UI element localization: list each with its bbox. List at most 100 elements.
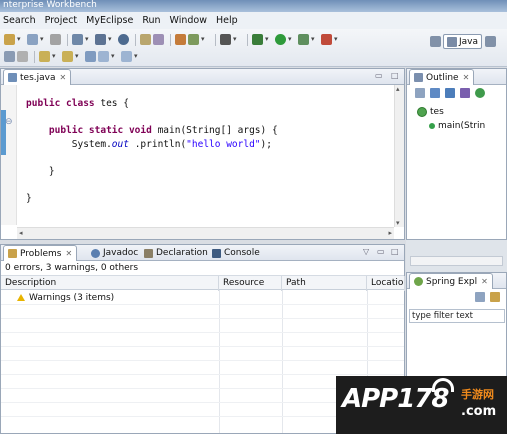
scroll-right-icon[interactable]: ▸ xyxy=(388,229,392,237)
link-editor-icon[interactable] xyxy=(490,292,500,302)
menu-bar: Search Project MyEclipse Run Window Help xyxy=(0,12,507,29)
filter-input[interactable]: type filter text xyxy=(409,309,505,323)
table-row xyxy=(1,305,404,319)
chevron-down-icon[interactable]: ▾ xyxy=(85,34,90,45)
code-line-4: System.out .println("hello world"); xyxy=(26,138,272,150)
editor-vertical-scrollbar[interactable]: ▴ ▾ xyxy=(394,85,404,227)
code-editor[interactable]: public class tes { public static void ma… xyxy=(26,97,278,205)
watermark-logo: APP178 xyxy=(342,384,450,414)
column-path[interactable]: Path xyxy=(282,276,367,291)
chevron-down-icon[interactable]: ▾ xyxy=(40,34,45,45)
column-location[interactable]: Locatio xyxy=(367,276,405,291)
maximize-icon[interactable]: □ xyxy=(391,247,399,256)
table-row xyxy=(1,319,404,333)
class-icon xyxy=(417,107,427,117)
outline-tabbar: Outline ✕ xyxy=(407,69,506,85)
chevron-down-icon[interactable]: ▾ xyxy=(134,51,139,62)
chevron-down-icon[interactable]: ▾ xyxy=(108,34,113,45)
terminal-icon[interactable] xyxy=(220,34,231,45)
problems-table-header: Description Resource Path Locatio xyxy=(1,275,405,291)
menu-search[interactable]: Search xyxy=(3,15,36,26)
hide-fields-icon[interactable] xyxy=(445,88,455,98)
problems-icon xyxy=(8,249,17,258)
tab-problems[interactable]: Problems ✕ xyxy=(3,245,78,261)
class-wizard-icon[interactable] xyxy=(188,34,199,45)
menu-help[interactable]: Help xyxy=(216,15,238,26)
external-tools-icon[interactable] xyxy=(321,34,332,45)
minimize-icon[interactable]: ▭ xyxy=(377,247,385,256)
editor-tabbar: tes.java ✕ ▭ □ xyxy=(1,69,404,85)
sort-icon[interactable] xyxy=(430,88,440,98)
collapse-all-icon[interactable] xyxy=(475,292,485,302)
show-whitespace-icon[interactable] xyxy=(17,51,28,62)
forward-icon[interactable] xyxy=(121,51,132,62)
hide-nonpublic-icon[interactable] xyxy=(475,88,485,98)
deploy-icon[interactable] xyxy=(72,34,83,45)
save-icon[interactable] xyxy=(27,34,38,45)
debug-icon[interactable] xyxy=(252,34,263,45)
close-icon[interactable]: ✕ xyxy=(463,73,470,82)
chevron-down-icon[interactable]: ▾ xyxy=(288,34,293,45)
open-type-icon[interactable] xyxy=(140,34,151,45)
column-description[interactable]: Description xyxy=(1,276,219,291)
hide-static-icon[interactable] xyxy=(460,88,470,98)
open-perspective-icon[interactable] xyxy=(430,36,441,47)
open-resource-icon[interactable] xyxy=(153,34,164,45)
toggle-mark-icon[interactable] xyxy=(4,51,15,62)
chevron-down-icon[interactable]: ▾ xyxy=(201,34,206,45)
menu-run[interactable]: Run xyxy=(142,15,160,26)
tab-console[interactable]: Console xyxy=(208,245,264,261)
watermark-suffix: .com xyxy=(461,404,497,419)
perspective-menu-icon[interactable] xyxy=(485,36,497,47)
menu-myeclipse[interactable]: MyEclipse xyxy=(86,15,133,26)
outline-class-node[interactable]: tes xyxy=(417,105,485,119)
last-edit-icon[interactable] xyxy=(85,51,96,62)
previous-annotation-icon[interactable] xyxy=(62,51,73,62)
tab-javadoc[interactable]: Javadoc xyxy=(87,245,142,261)
chevron-down-icon[interactable]: ▾ xyxy=(75,51,80,62)
outline-horizontal-scrollbar[interactable] xyxy=(410,256,503,266)
view-menu-icon[interactable]: ▽ xyxy=(363,247,369,256)
fold-icon[interactable]: ⊖ xyxy=(5,117,13,127)
menu-window[interactable]: Window xyxy=(170,15,207,26)
print-icon[interactable] xyxy=(50,34,61,45)
tab-declaration[interactable]: Declaration xyxy=(140,245,212,261)
chevron-down-icon[interactable]: ▾ xyxy=(111,51,116,62)
tab-tes-java[interactable]: tes.java ✕ xyxy=(3,69,72,85)
run-icon[interactable] xyxy=(275,34,286,45)
tab-spring-explorer[interactable]: Spring Expl ✕ xyxy=(409,273,493,289)
package-icon[interactable] xyxy=(175,34,186,45)
menu-project[interactable]: Project xyxy=(45,15,78,26)
scroll-left-icon[interactable]: ◂ xyxy=(19,229,23,237)
back-icon[interactable] xyxy=(98,51,109,62)
close-icon[interactable]: ✕ xyxy=(65,249,72,258)
scroll-down-icon[interactable]: ▾ xyxy=(396,219,400,227)
chevron-down-icon[interactable]: ▾ xyxy=(17,34,22,45)
collapse-all-icon[interactable] xyxy=(415,88,425,98)
chevron-down-icon[interactable]: ▾ xyxy=(52,51,57,62)
minimize-icon[interactable]: ▭ xyxy=(375,71,383,80)
scroll-up-icon[interactable]: ▴ xyxy=(396,85,400,93)
close-icon[interactable]: ✕ xyxy=(481,277,488,286)
new-wizard-icon[interactable] xyxy=(4,34,15,45)
java-perspective-button[interactable]: Java xyxy=(443,34,483,49)
server-icon[interactable] xyxy=(95,34,106,45)
tab-outline[interactable]: Outline ✕ xyxy=(409,69,475,85)
chevron-down-icon[interactable]: ▾ xyxy=(334,34,339,45)
chevron-down-icon[interactable]: ▾ xyxy=(233,34,238,45)
table-row[interactable]: Warnings (3 items) xyxy=(1,291,404,305)
outline-method-node[interactable]: main(Strin xyxy=(417,119,485,133)
problems-tabbar: Problems ✕ Javadoc Declaration Console ▽… xyxy=(1,245,404,261)
declaration-icon xyxy=(144,248,153,258)
run-external-icon[interactable] xyxy=(298,34,309,45)
close-icon[interactable]: ✕ xyxy=(59,73,66,82)
editor-horizontal-scrollbar[interactable]: ◂ ▸ xyxy=(17,227,394,239)
next-annotation-icon[interactable] xyxy=(39,51,50,62)
browser-icon[interactable] xyxy=(118,34,129,45)
maximize-icon[interactable]: □ xyxy=(391,71,399,80)
column-resource[interactable]: Resource xyxy=(219,276,282,291)
chevron-down-icon[interactable]: ▾ xyxy=(311,34,316,45)
chevron-down-icon[interactable]: ▾ xyxy=(265,34,270,45)
